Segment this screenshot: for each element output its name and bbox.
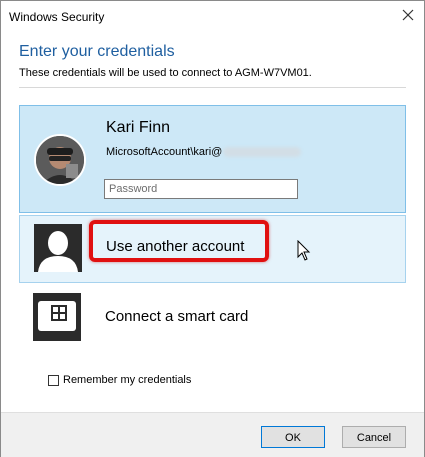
- password-field[interactable]: [104, 179, 298, 199]
- close-button[interactable]: [393, 3, 423, 27]
- redacted-email: [223, 147, 302, 158]
- ok-button[interactable]: OK: [261, 426, 325, 448]
- account-text: MicrosoftAccount\kari@: [106, 146, 223, 158]
- dialog-subtext: These credentials will be used to connec…: [19, 67, 312, 79]
- user-account: MicrosoftAccount\kari@: [106, 146, 302, 158]
- cancel-button[interactable]: Cancel: [342, 426, 406, 448]
- user-avatar: [34, 134, 86, 186]
- title-bar: Windows Security: [1, 1, 424, 30]
- account-tile-kari-finn[interactable]: Kari Finn MicrosoftAccount\kari@: [19, 105, 406, 213]
- remember-label: Remember my credentials: [63, 374, 192, 386]
- generic-user-icon: [34, 224, 82, 272]
- use-another-account-tile[interactable]: Use another account: [19, 215, 406, 283]
- dialog-heading: Enter your credentials: [19, 43, 175, 60]
- window-title: Windows Security: [9, 10, 105, 24]
- smart-card-icon: [33, 293, 81, 341]
- remember-credentials[interactable]: Remember my credentials: [48, 374, 191, 386]
- dialog-footer: OK Cancel: [1, 412, 424, 457]
- smart-card-label: Connect a smart card: [105, 308, 249, 325]
- credentials-dialog: Windows Security Enter your credentials …: [0, 0, 425, 457]
- user-name: Kari Finn: [106, 119, 171, 136]
- close-icon: [402, 9, 414, 21]
- divider: [19, 87, 406, 88]
- smart-card-tile[interactable]: Connect a smart card: [19, 287, 406, 347]
- remember-checkbox[interactable]: [48, 374, 59, 386]
- mouse-cursor-icon: [297, 240, 311, 261]
- highlight-annotation: [89, 220, 269, 262]
